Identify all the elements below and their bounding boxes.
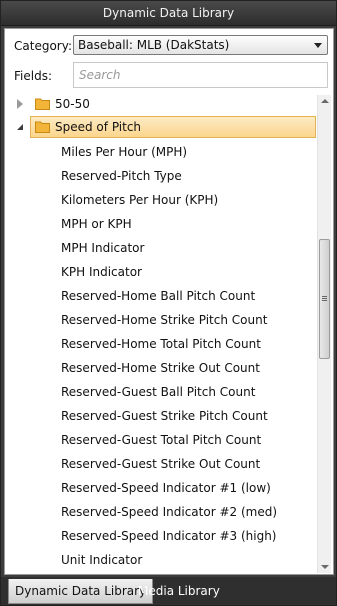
scroll-down-icon[interactable]	[321, 565, 329, 569]
tab-media-library[interactable]: Media Library	[132, 579, 226, 604]
category-dropdown-value: Baseball: MLB (DakStats)	[78, 38, 230, 52]
scroll-up-icon[interactable]	[321, 99, 329, 103]
folder-icon	[35, 98, 50, 110]
tree-folder-50-50[interactable]: 50-50	[11, 93, 316, 115]
search-input[interactable]	[73, 62, 328, 88]
tree-field-item[interactable]: Reserved-Speed Indicator #2 (med)	[61, 505, 277, 519]
tree-field-item[interactable]: Reserved-Home Strike Out Count	[61, 361, 260, 375]
fields-tree: 50-50 Speed of Pitch Miles Per Hour (MPH…	[11, 93, 316, 573]
collapse-arrow-icon[interactable]	[17, 124, 23, 130]
tree-field-item[interactable]: MPH Indicator	[61, 241, 144, 255]
scrollbar-thumb[interactable]	[319, 239, 330, 359]
expand-arrow-icon[interactable]	[17, 99, 23, 109]
dynamic-data-library-window: Dynamic Data Library Category: Baseball:…	[0, 0, 337, 606]
tree-folder-label: Speed of Pitch	[55, 120, 142, 134]
grip-line	[322, 298, 327, 299]
tree-field-item[interactable]: Unit Indicator	[61, 553, 142, 567]
tree-scrollbar[interactable]	[317, 95, 331, 573]
tree-field-item[interactable]: MPH or KPH	[61, 217, 132, 231]
fields-label: Fields:	[14, 69, 52, 83]
tree-field-item[interactable]: Reserved-Guest Total Pitch Count	[61, 433, 261, 447]
tree-field-item[interactable]: Reserved-Speed Indicator #1 (low)	[61, 481, 271, 495]
window-title: Dynamic Data Library	[1, 1, 336, 26]
library-panel: Category: Baseball: MLB (DakStats) Field…	[4, 28, 334, 575]
tree-field-item[interactable]: Reserved-Home Ball Pitch Count	[61, 289, 255, 303]
tree-field-item[interactable]: KPH Indicator	[61, 265, 142, 279]
chevron-down-icon	[314, 43, 322, 48]
tree-field-item[interactable]: Reserved-Speed Indicator #3 (high)	[61, 529, 276, 543]
tree-field-item[interactable]: Reserved-Guest Strike Pitch Count	[61, 409, 268, 423]
tree-field-item[interactable]: Reserved-Home Strike Pitch Count	[61, 313, 267, 327]
tree-field-item[interactable]: Reserved-Guest Ball Pitch Count	[61, 385, 255, 399]
category-label: Category:	[14, 39, 72, 53]
tree-folder-speed-of-pitch[interactable]: Speed of Pitch	[11, 116, 316, 138]
grip-line	[322, 296, 327, 297]
tree-field-item[interactable]: Reserved-Guest Strike Out Count	[61, 457, 260, 471]
tree-field-item[interactable]: Reserved-Pitch Type	[61, 169, 182, 183]
grip-line	[322, 300, 327, 301]
folder-open-icon	[35, 121, 50, 133]
tree-field-item[interactable]: Miles Per Hour (MPH)	[61, 145, 187, 159]
tree-field-item[interactable]: Reserved-Home Total Pitch Count	[61, 337, 261, 351]
tree-field-item[interactable]: Kilometers Per Hour (KPH)	[61, 193, 218, 207]
bottom-tab-strip: Dynamic Data Library Media Library	[1, 577, 336, 605]
tree-folder-label: 50-50	[55, 97, 90, 111]
category-dropdown[interactable]: Baseball: MLB (DakStats)	[73, 35, 328, 55]
